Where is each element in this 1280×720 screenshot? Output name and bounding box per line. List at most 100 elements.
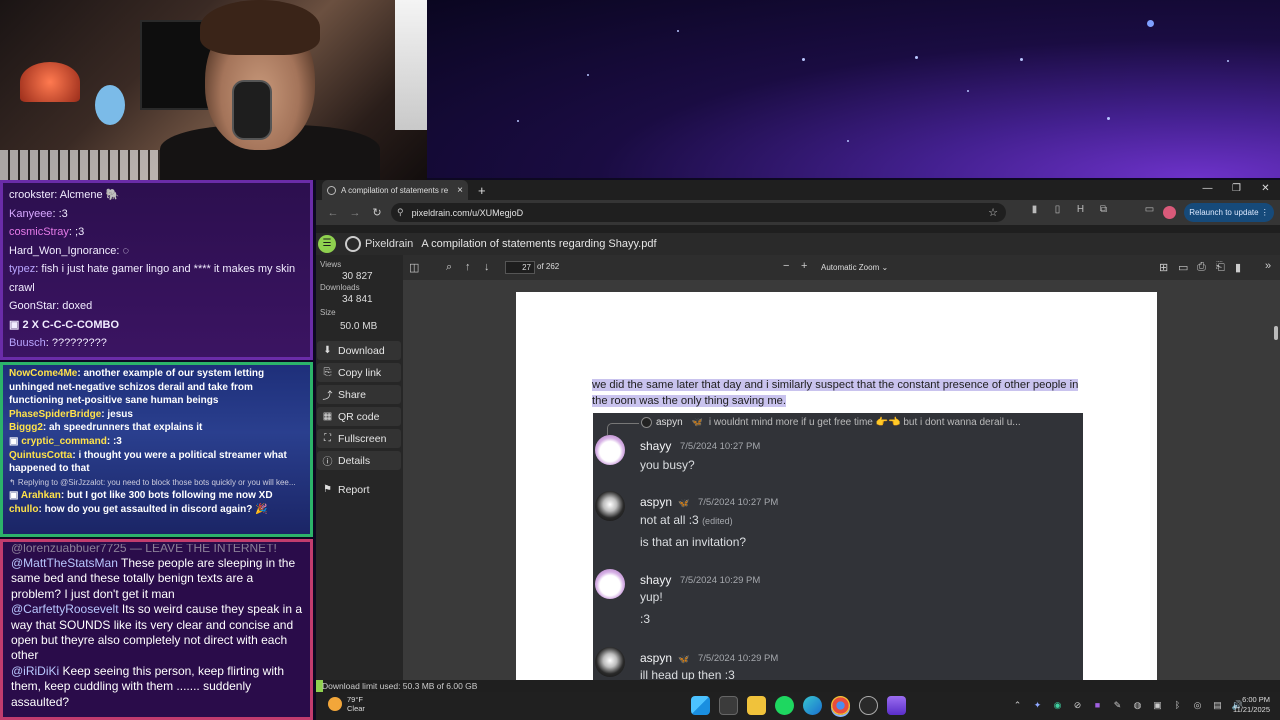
new-tab-button[interactable]: + — [478, 183, 486, 198]
browser-tab[interactable]: A compilation of statements re × — [322, 180, 468, 200]
site-info-icon[interactable]: ⚲ — [397, 207, 404, 218]
qr-icon: ▦ — [322, 411, 333, 422]
back-button[interactable]: ← — [322, 207, 344, 219]
puzzle-extensions-icon[interactable]: ⧉ — [1097, 204, 1110, 215]
tray-app-icon[interactable]: ▣ — [1151, 699, 1164, 712]
chat-message: Hard_Won_Ignorance: ◌ — [9, 244, 130, 257]
next-page-icon[interactable]: ↓ — [484, 261, 490, 273]
pdf-page[interactable]: we did the same later that day and i sim… — [516, 292, 1157, 680]
sidebar-toggle-icon[interactable]: ◫ — [409, 261, 419, 274]
views-label: Views — [320, 260, 342, 269]
comment: @MattTheStatsMan These people are sleepi… — [11, 556, 296, 601]
file-explorer-icon[interactable] — [747, 696, 766, 715]
tray-app-icon[interactable]: ✦ — [1031, 699, 1044, 712]
webcam-figurine — [95, 85, 125, 125]
address-bar[interactable]: ⚲ pixeldrain.com/u/XUMegjoD ☆ — [391, 203, 1006, 222]
app-icon[interactable] — [859, 696, 878, 715]
comment: @CarfettyRoosevelt Its so weird cause th… — [11, 602, 302, 663]
combo-badge: ▣ 2 X C-C-C-COMBO — [9, 318, 120, 331]
share-button[interactable]: ⤴ Share — [317, 385, 401, 404]
butterfly-icon: 🦋 — [678, 654, 690, 664]
document-extension-icon[interactable]: ▮ — [1028, 204, 1041, 215]
feather-app-icon[interactable] — [887, 696, 906, 715]
avatar — [595, 647, 625, 677]
taskbar-clock[interactable]: 6:00 PM 11/21/2025 — [1233, 695, 1270, 715]
selected-text[interactable]: we did the same later that day and i sim… — [592, 378, 1092, 409]
qr-code-button[interactable]: ▦ QR code — [317, 407, 401, 426]
chat-panel-top: crookster: Alcmene 🐘 Kanyeee: :3 cosmicS… — [0, 180, 313, 360]
chat-message: chullo: how do you get assaulted in disc… — [9, 503, 268, 515]
tray-app-icon[interactable]: ◎ — [1191, 699, 1204, 712]
h-extension-icon[interactable]: H — [1074, 204, 1087, 215]
report-button[interactable]: ⚑ Report — [317, 480, 401, 499]
reply-note: ↰ Replying to @SirJzzalot: you need to b… — [9, 477, 296, 487]
details-button[interactable]: ⓘ Details — [317, 451, 401, 470]
zoom-out-icon[interactable]: − — [783, 260, 789, 272]
file-name: A compilation of statements regarding Sh… — [421, 238, 657, 250]
trash-extension-icon[interactable]: ▯ — [1051, 204, 1064, 215]
steam-icon[interactable]: ◍ — [1131, 699, 1144, 712]
profile-avatar[interactable] — [1163, 206, 1176, 219]
pdf-viewer[interactable]: we did the same later that day and i sim… — [403, 280, 1280, 680]
tools-icon[interactable]: » — [1265, 260, 1271, 272]
chat-message: crookster: Alcmene 🐘 — [9, 189, 120, 201]
task-view-icon[interactable] — [719, 696, 738, 715]
tray-app-icon[interactable]: ✎ — [1111, 699, 1124, 712]
fullscreen-button[interactable]: ⛶ Fullscreen — [317, 429, 401, 448]
avatar — [595, 491, 625, 521]
scrollbar-thumb[interactable] — [1274, 326, 1278, 340]
prev-page-icon[interactable]: ↑ — [465, 261, 471, 273]
bookmark-icon[interactable]: ▮ — [1235, 261, 1241, 274]
menu-icon[interactable]: ☰ — [318, 235, 336, 253]
pdf-toolbar: ◫ ⌕ ↑ ↓ 27 of 262 − + Automatic Zoom ⌄ ⊞… — [403, 255, 1280, 280]
chat-message: ▣ cryptic_command: :3 — [9, 435, 122, 447]
minimize-button[interactable]: — — [1193, 180, 1222, 198]
chrome-icon[interactable] — [831, 696, 850, 715]
starry-background — [427, 0, 1280, 178]
search-icon[interactable]: ⌕ — [446, 261, 452, 274]
discord-screenshot: aspyn 🦋 i wouldnt mind more if u get fre… — [593, 413, 1083, 680]
spotify-icon[interactable] — [775, 696, 794, 715]
avatar — [641, 417, 652, 428]
tray-app-icon[interactable]: ⊘ — [1071, 699, 1084, 712]
webcam-window — [395, 0, 427, 130]
close-window-button[interactable]: ✕ — [1251, 180, 1280, 198]
relaunch-button[interactable]: Relaunch to update ⋮ — [1184, 203, 1274, 222]
present-icon[interactable]: ⊞ — [1159, 261, 1168, 274]
pixeldrain-logo-icon[interactable] — [345, 236, 361, 252]
url-text[interactable]: pixeldrain.com/u/XUMegjoD — [412, 208, 524, 218]
tab-close-icon[interactable]: × — [457, 185, 463, 196]
page-number-input[interactable]: 27 — [505, 261, 535, 274]
bookmark-star-icon[interactable]: ☆ — [988, 206, 998, 219]
window-controls: — ❐ ✕ — [1193, 180, 1280, 198]
print-icon[interactable]: ⎙ — [1197, 261, 1206, 274]
network-icon[interactable]: ▤ — [1211, 699, 1224, 712]
download-button[interactable]: ⬇ Download — [317, 341, 401, 360]
tab-bar: A compilation of statements re × + — ❐ ✕ — [316, 180, 1280, 200]
tray-app-icon[interactable]: ■ — [1091, 699, 1104, 712]
page-count: of 262 — [537, 262, 560, 271]
avatar — [595, 569, 625, 599]
butterfly-icon: 🦋 — [691, 417, 703, 427]
pixeldrain-brand[interactable]: Pixeldrain — [365, 238, 413, 250]
zoom-in-icon[interactable]: + — [801, 260, 807, 272]
tray-app-icon[interactable]: ◉ — [1051, 699, 1064, 712]
reply-connector — [607, 423, 639, 435]
weather-widget[interactable]: 79°F Clear — [328, 695, 365, 713]
save-icon[interactable]: ⎗ — [1216, 261, 1225, 274]
cast-icon[interactable]: ▭ — [1143, 204, 1156, 215]
copy-link-button[interactable]: ⎘ Copy link — [317, 363, 401, 382]
tray-chevron-icon[interactable]: ⌃ — [1011, 699, 1024, 712]
forward-button[interactable]: → — [344, 207, 366, 219]
reload-button[interactable]: ↻ — [366, 206, 388, 219]
open-file-icon[interactable]: ▭ — [1178, 261, 1188, 274]
maximize-button[interactable]: ❐ — [1222, 180, 1251, 198]
views-value: 30 827 — [342, 271, 373, 282]
bluetooth-icon[interactable]: ᛒ — [1171, 699, 1184, 712]
tab-favicon-icon — [327, 185, 336, 195]
start-icon[interactable] — [691, 696, 710, 715]
download-icon: ⬇ — [323, 345, 332, 356]
zoom-select[interactable]: Automatic Zoom ⌄ — [819, 260, 901, 275]
edge-icon[interactable] — [803, 696, 822, 715]
chat-message: Buusch: ????????? — [9, 337, 107, 349]
